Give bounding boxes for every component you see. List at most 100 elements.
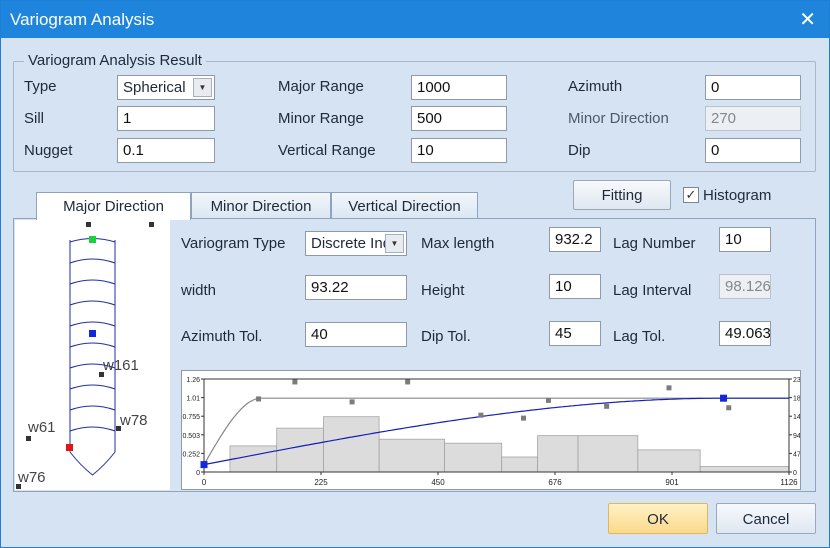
height-label: Height — [421, 282, 465, 299]
lag-number-field[interactable]: 10 — [719, 227, 771, 252]
lag-interval-field: 98.126 — [719, 274, 771, 299]
lag-tol-field[interactable]: 49.063 — [719, 321, 771, 346]
tab-minor-direction[interactable]: Minor Direction — [191, 192, 331, 219]
well-label-w61: w61 — [27, 419, 56, 436]
minor-range-label: Minor Range — [278, 110, 364, 127]
lag-tol-label: Lag Tol. — [613, 328, 666, 345]
y-left-tick-label: 1.26 — [186, 377, 200, 384]
azimuth-tol-field[interactable]: 40 — [305, 322, 407, 347]
cone-tip — [69, 451, 116, 476]
type-select-value: Spherical — [123, 79, 186, 96]
cone-arc — [69, 426, 116, 432]
x-tick-label: 1126 — [780, 478, 798, 487]
dip-tol-label: Dip Tol. — [421, 328, 471, 345]
y-left-tick-label: 0.755 — [182, 414, 200, 421]
variogram-type-label: Variogram Type — [181, 235, 286, 252]
azimuth-field[interactable]: 0 — [705, 75, 801, 100]
vertical-range-label: Vertical Range — [278, 142, 376, 159]
experimental-point — [349, 399, 355, 405]
cone-arc — [69, 342, 116, 348]
major-range-label: Major Range — [278, 78, 364, 95]
close-icon[interactable]: ✕ — [799, 7, 816, 32]
experimental-point — [292, 379, 298, 385]
fitting-button[interactable]: Fitting — [573, 180, 671, 210]
max-length-label: Max length — [421, 235, 495, 252]
control-point — [200, 461, 208, 469]
cone-arc — [69, 300, 116, 306]
cone-arc — [69, 405, 116, 411]
variogram-chart: 0 225 450 676 901 1126 0 0.252 0.503 0.755 1.01 1.2… — [181, 370, 809, 490]
result-group-legend: Variogram Analysis Result — [24, 52, 206, 69]
max-length-field[interactable]: 932.2 — [549, 227, 601, 252]
x-tick-label: 901 — [665, 478, 679, 487]
histogram-bar — [501, 456, 538, 473]
histogram-checkbox[interactable]: ✓ — [683, 187, 699, 203]
search-cone-preview: w161 w78 w61 w76 — [15, 220, 170, 490]
experimental-point — [726, 405, 732, 411]
minor-range-field[interactable]: 500 — [411, 106, 507, 131]
x-tick-label: 225 — [314, 478, 328, 487]
x-tick-label: 0 — [202, 478, 207, 487]
variogram-type-select[interactable]: Discrete Ind ▼ — [305, 231, 407, 256]
y-right-tick-label: 1883 — [793, 396, 800, 403]
histogram-bar — [699, 466, 790, 473]
type-select[interactable]: Spherical ▼ — [117, 75, 215, 100]
histogram-bar — [323, 416, 380, 473]
experimental-point — [478, 412, 484, 418]
tab-major-direction[interactable]: Major Direction — [36, 192, 191, 220]
y-left-tick-label: 0 — [196, 470, 200, 477]
cone-start-marker — [89, 236, 96, 243]
experimental-point — [521, 415, 527, 421]
cancel-button[interactable]: Cancel — [716, 503, 816, 534]
cone-end-marker — [66, 444, 73, 451]
vertical-range-field[interactable]: 10 — [411, 138, 507, 163]
tab-vertical-direction[interactable]: Vertical Direction — [331, 192, 478, 219]
window-title: Variogram Analysis — [10, 10, 155, 29]
azimuth-label: Azimuth — [568, 78, 623, 95]
well-point — [26, 436, 31, 441]
dip-field[interactable]: 0 — [705, 138, 801, 163]
width-field[interactable]: 93.22 — [305, 275, 407, 300]
height-field[interactable]: 10 — [549, 274, 601, 299]
histogram-bar — [444, 442, 503, 473]
width-label: width — [181, 282, 217, 299]
histogram-label: Histogram — [703, 187, 772, 204]
y-left-tick-label: 0.503 — [182, 433, 200, 440]
nugget-field[interactable]: 0.1 — [117, 138, 215, 163]
chevron-down-icon[interactable]: ▼ — [193, 78, 212, 97]
cone-arc — [69, 258, 116, 264]
sill-label: Sill — [24, 110, 45, 127]
well-point — [86, 222, 91, 227]
y-right-tick-label: 471 — [793, 451, 800, 458]
type-label: Type — [24, 78, 57, 95]
well-label-w78: w78 — [119, 412, 148, 429]
azimuth-tol-label: Azimuth Tol. — [181, 328, 263, 345]
well-label-w161: w161 — [102, 357, 139, 374]
cone-arc — [69, 384, 116, 390]
dip-label: Dip — [568, 142, 591, 159]
dip-tol-field[interactable]: 45 — [549, 321, 601, 346]
well-label-w76: w76 — [17, 469, 46, 486]
cone-arc — [69, 321, 116, 327]
histogram-bar — [577, 435, 639, 473]
experimental-point — [256, 396, 262, 402]
lag-number-label: Lag Number — [613, 235, 696, 252]
major-range-field[interactable]: 1000 — [411, 75, 507, 100]
histogram-bar — [537, 435, 579, 473]
experimental-point — [604, 403, 610, 409]
minor-direction-field: 270 — [705, 106, 801, 131]
variogram-type-value: Discrete Ind — [311, 235, 392, 252]
x-tick-label: 676 — [548, 478, 562, 487]
sill-field[interactable]: 1 — [117, 106, 215, 131]
nugget-label: Nugget — [24, 142, 73, 159]
histogram-bar — [276, 427, 324, 473]
ok-button[interactable]: OK — [608, 503, 708, 534]
well-point — [149, 222, 154, 227]
x-tick-label: 450 — [431, 478, 445, 487]
experimental-point — [545, 397, 551, 403]
y-right-tick-label: 942 — [793, 433, 800, 440]
chevron-down-icon[interactable]: ▼ — [385, 234, 404, 253]
y-left-tick-label: 0.252 — [182, 451, 200, 458]
lag-interval-label: Lag Interval — [613, 282, 692, 299]
control-point — [720, 394, 728, 402]
